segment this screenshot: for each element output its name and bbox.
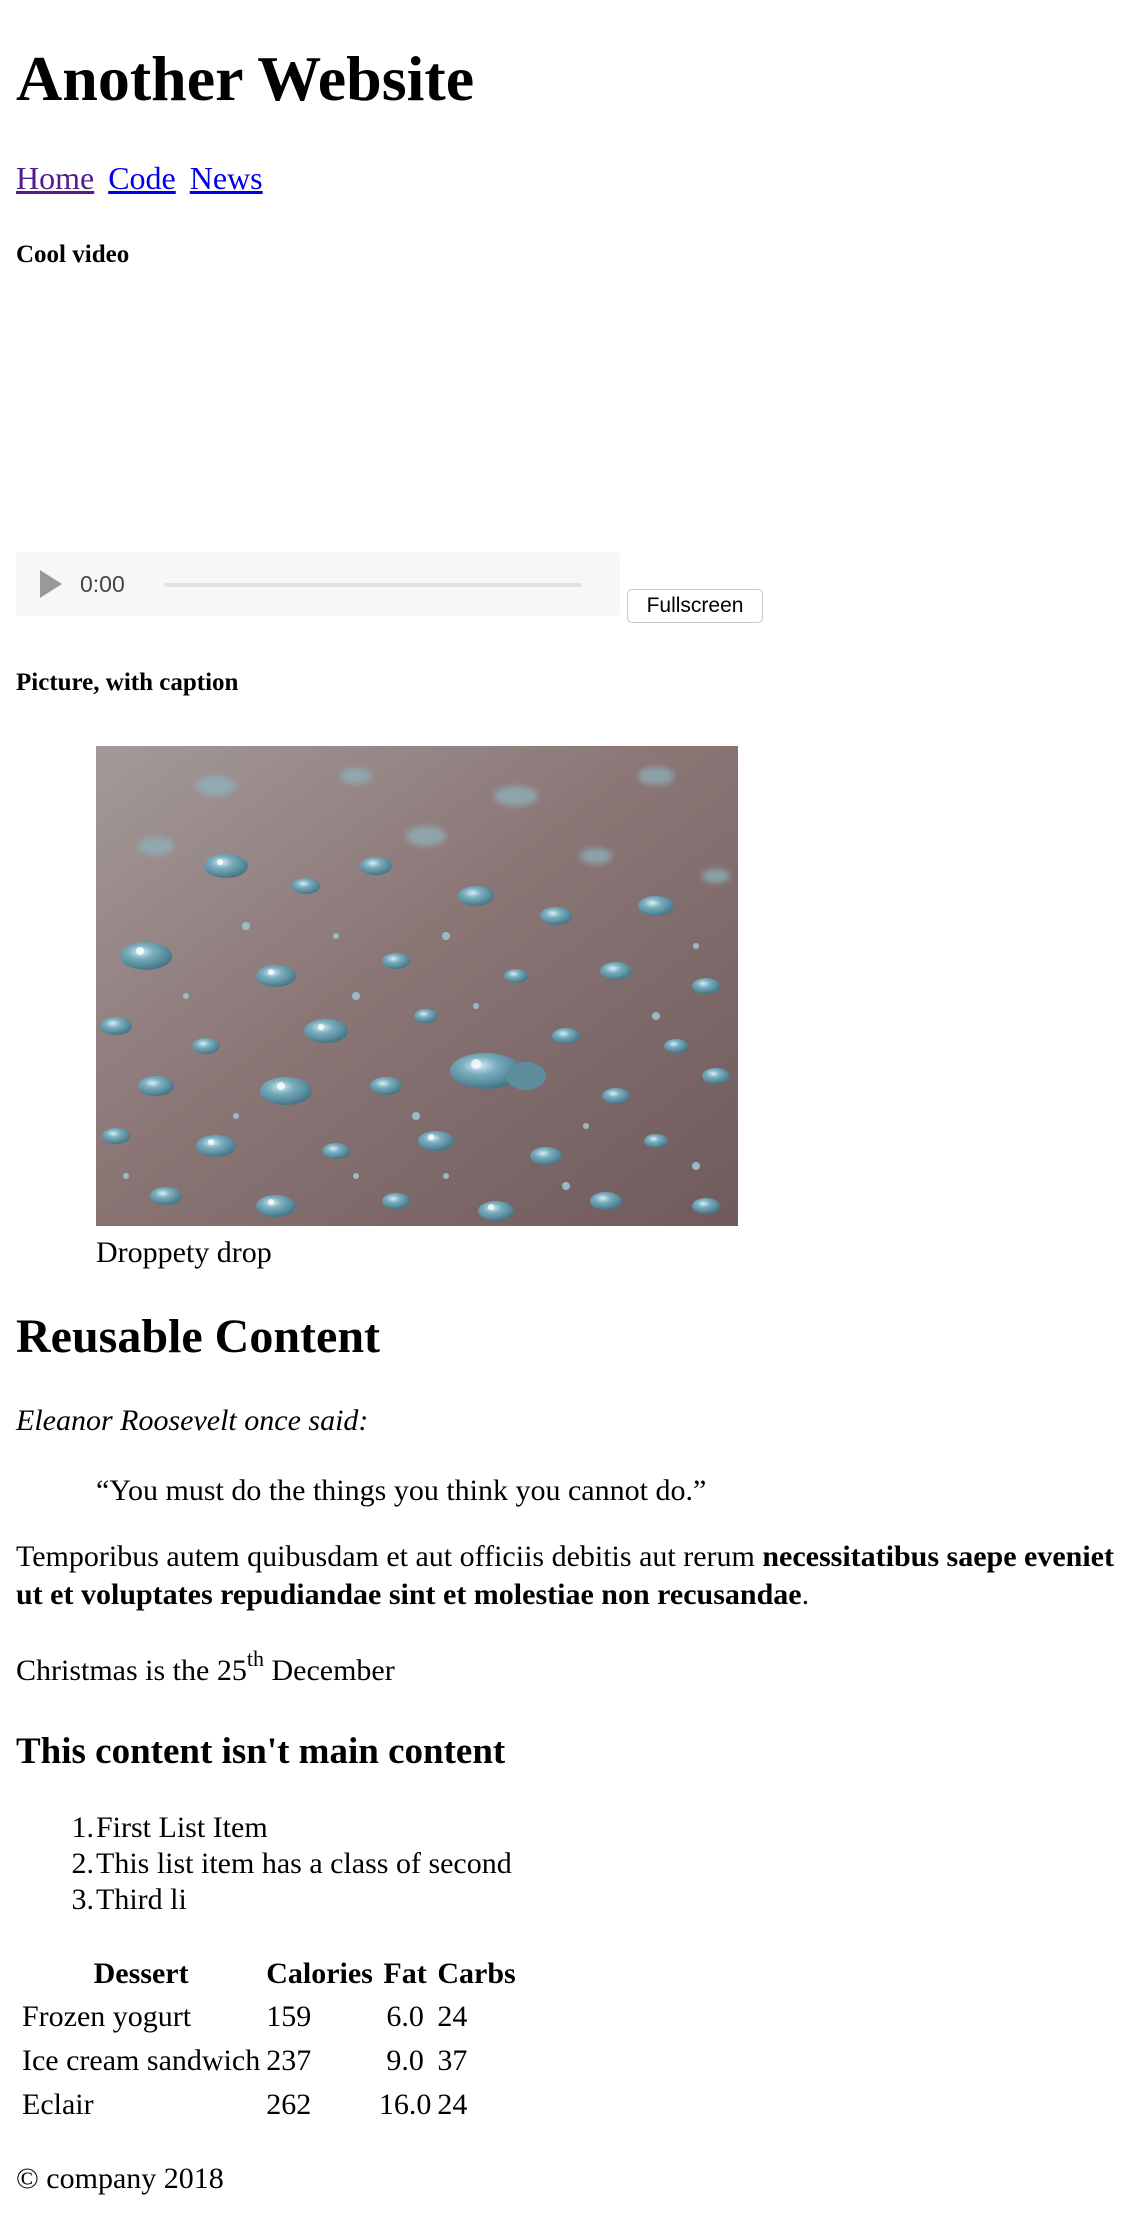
cell-fat: 6.0 [386, 2000, 424, 2033]
blockquote: “You must do the things you think you ca… [96, 1474, 707, 1507]
paragraph-text: Temporibus autem quibusdam et aut offici… [16, 1540, 763, 1573]
date-text: Christmas is the 25 [16, 1654, 247, 1687]
cell-fat: 9.0 [386, 2044, 424, 2077]
cell-calories: 237 [266, 2044, 312, 2077]
table-header-row: Dessert Calories Fat Carbs [22, 1954, 516, 1994]
list-item: 2. This list item has a class of second [16, 1846, 512, 1882]
aside-heading: This content isn't main content [16, 1731, 506, 1772]
fullscreen-button[interactable]: Fullscreen [627, 589, 763, 623]
quote-attribution: Eleanor Roosevelt once said: [16, 1404, 369, 1437]
date-ordinal: th [246, 1646, 264, 1671]
footer-copyright: © company 2018 [16, 2162, 224, 2195]
site-title: Another Website [16, 43, 475, 114]
paragraph-end: . [801, 1578, 810, 1611]
dessert-table: Dessert Calories Fat Carbs Frozen yogurt… [16, 1952, 522, 2128]
cell-calories: 262 [266, 2088, 312, 2121]
list-item-text: First List Item [96, 1811, 268, 1844]
cell-dessert: Frozen yogurt [22, 2000, 192, 2033]
list-item-text: Third li [96, 1883, 187, 1916]
media-player: 0:00 [16, 552, 620, 616]
list-item: 3. Third li [16, 1882, 512, 1918]
christmas-date: Christmas is the 25th December [16, 1648, 395, 1690]
figure-caption: Droppety drop [96, 1236, 272, 1269]
list-item: 1. First List Item [16, 1810, 512, 1846]
nav-link-code[interactable]: Code [108, 160, 176, 196]
playback-time: 0:00 [80, 571, 125, 597]
date-month: December [263, 1654, 395, 1687]
header-calories: Calories [266, 1957, 373, 1990]
nav-link-home[interactable]: Home [16, 160, 94, 196]
table-row: Frozen yogurt 159 6.0 24 [22, 1996, 516, 2038]
cell-carbs: 37 [437, 2044, 468, 2077]
list-number: 1. [71, 1811, 95, 1844]
picture-heading: Picture, with caption [16, 669, 239, 696]
cell-calories: 159 [266, 2000, 312, 2033]
water-droplets-photo [96, 746, 738, 1226]
list-number: 3. [71, 1883, 95, 1916]
page: Another Website Home Code News Cool vide… [0, 0, 1132, 2226]
nav-link-news[interactable]: News [190, 160, 263, 196]
lorem-paragraph: Temporibus autem quibusdam et aut offici… [16, 1538, 1116, 1614]
header-fat: Fat [383, 1957, 427, 1990]
cell-dessert: Eclair [22, 2088, 94, 2121]
cell-carbs: 24 [437, 2000, 468, 2033]
header-dessert: Dessert [93, 1957, 189, 1990]
cell-dessert: Ice cream sandwich [22, 2044, 261, 2077]
play-icon[interactable] [40, 570, 62, 598]
list-number: 2. [71, 1847, 95, 1880]
cell-fat: 16.0 [378, 2088, 432, 2121]
header-carbs: Carbs [437, 1957, 516, 1990]
cell-carbs: 24 [437, 2088, 468, 2121]
list-item-text: This list item has a class of second [96, 1847, 512, 1880]
table-row: Ice cream sandwich 237 9.0 37 [22, 2040, 516, 2082]
table-row: Eclair 262 16.0 24 [22, 2084, 516, 2126]
video-heading: Cool video [16, 241, 130, 268]
main-nav: Home Code News [16, 158, 269, 198]
seek-bar[interactable] [164, 583, 582, 587]
ordered-list: 1. First List Item 2. This list item has a… [16, 1810, 512, 1918]
reusable-heading: Reusable Content [16, 1310, 381, 1363]
